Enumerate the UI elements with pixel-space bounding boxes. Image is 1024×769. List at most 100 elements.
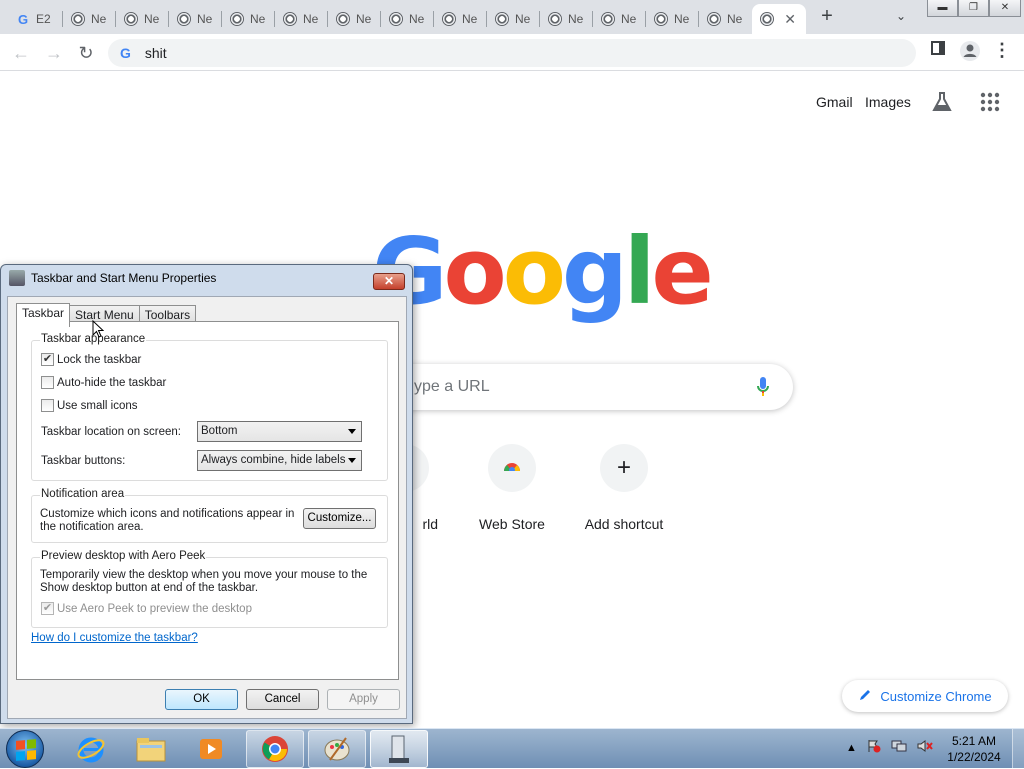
browser-tab[interactable]: Ne [434,4,487,34]
group-title: Preview desktop with Aero Peek [40,550,207,562]
tab-title: Ne [303,12,319,26]
forward-arrow-icon[interactable]: → [41,40,67,66]
taskbar-properties-icon[interactable] [370,730,428,768]
images-link[interactable]: Images [865,94,911,110]
volume-muted-icon[interactable] [917,739,933,756]
tab-strip: G E2 Ne Ne Ne Ne Ne Ne Ne Ne Ne Ne Ne Ne… [0,0,1024,34]
chrome-icon [760,12,774,26]
browser-tab-active[interactable]: ✕ [752,4,806,34]
browser-tab[interactable]: Ne [222,4,275,34]
cancel-button[interactable]: Cancel [246,689,319,710]
tab-title: E2 [36,12,51,26]
chrome-icon[interactable] [246,730,304,768]
close-window-button[interactable]: ✕ [989,0,1021,17]
browser-tab[interactable]: Ne [593,4,646,34]
ok-button[interactable]: OK [165,689,238,710]
taskbar-buttons-select[interactable]: Always combine, hide labels [197,450,362,471]
paint-icon[interactable] [308,730,366,768]
side-panel-icon[interactable] [928,40,948,64]
notification-description: Customize which icons and notifications … [40,508,295,533]
browser-tab[interactable]: Ne [116,4,169,34]
taskbar-location-select[interactable]: Bottom [197,421,362,442]
aero-peek-checkbox[interactable]: ✔ Use Aero Peek to preview the desktop [41,602,252,615]
chrome-icon [230,12,244,26]
back-arrow-icon[interactable]: ← [8,40,34,66]
reload-icon[interactable]: ↻ [73,40,99,66]
close-tab-icon[interactable]: ✕ [784,11,796,28]
browser-tab[interactable]: Ne [646,4,699,34]
group-title: Notification area [40,488,126,500]
browser-tab[interactable]: G E2 [10,4,63,34]
windows-taskbar: ▲ 5:21 AM 1/22/2024 [0,728,1024,769]
checkbox-unchecked-icon [41,399,54,412]
customize-button[interactable]: Customize... [303,508,376,529]
shortcut-tile-web-store[interactable]: Web Store [457,444,567,532]
taskbar-properties-dialog: Taskbar and Start Menu Properties ✕ Task… [0,264,413,724]
dialog-close-button[interactable]: ✕ [373,273,405,290]
address-bar[interactable]: G shit [108,39,916,67]
google-g-icon: G [120,45,131,61]
show-desktop-button[interactable] [1012,729,1024,769]
lock-taskbar-checkbox[interactable]: ✔ Lock the taskbar [41,353,141,366]
profile-avatar-icon[interactable] [958,40,982,64]
checkbox-label: Auto-hide the taskbar [57,376,167,389]
help-link[interactable]: How do I customize the taskbar? [31,632,198,644]
browser-tab[interactable]: Ne [540,4,593,34]
tab-search-chevron-icon[interactable]: ⌄ [896,9,906,23]
labs-flask-icon[interactable] [930,90,954,117]
browser-tab[interactable]: Ne [275,4,328,34]
tab-title: Ne [197,12,213,26]
browser-tab[interactable]: Ne [381,4,434,34]
small-icons-checkbox[interactable]: Use small icons [41,399,138,412]
restore-button[interactable]: ❐ [958,0,989,17]
chrome-menu-icon[interactable]: ⋮ [992,40,1012,64]
auto-hide-checkbox[interactable]: Auto-hide the taskbar [41,376,166,389]
new-tab-button[interactable]: + [816,6,838,28]
minimize-button[interactable]: ▬ [927,0,958,17]
tab-title: Ne [250,12,266,26]
gmail-link[interactable]: Gmail [816,94,853,110]
taskbar-tab-pane: Taskbar appearance ✔ Lock the taskbar Au… [16,321,399,680]
apply-button[interactable]: Apply [327,689,400,710]
voice-search-mic-icon[interactable] [756,376,770,398]
browser-tab[interactable]: Ne [63,4,116,34]
tab-title: Ne [462,12,478,26]
browser-tab[interactable]: Ne [487,4,540,34]
tab-title: Ne [674,12,690,26]
address-text: shit [144,45,167,61]
media-player-icon[interactable] [182,730,240,768]
logo-letter: o [443,218,507,325]
file-explorer-icon[interactable] [122,730,180,768]
taskbar-clock[interactable]: 5:21 AM 1/22/2024 [944,733,1004,765]
network-icon[interactable] [891,739,907,756]
start-button[interactable] [6,730,44,768]
clock-date: 1/22/2024 [947,750,1001,764]
internet-explorer-icon[interactable] [62,730,120,768]
chrome-icon [707,12,721,26]
window-controls: ▬ ❐ ✕ [927,0,1021,18]
location-label: Taskbar location on screen: [41,426,181,438]
add-shortcut-tile[interactable]: + Add shortcut [569,444,679,532]
checkbox-checked-icon: ✔ [41,602,54,615]
dialog-title-bar[interactable]: Taskbar and Start Menu Properties [9,270,216,286]
notification-area-group: Notification area Customize which icons … [31,488,388,543]
logo-letter: l [623,218,655,325]
customize-chrome-label: Customize Chrome [880,688,992,704]
show-hidden-icons-icon[interactable]: ▲ [846,742,857,754]
browser-tab[interactable]: Ne [699,4,752,34]
browser-tab[interactable]: Ne [328,4,381,34]
tab-title: Ne [409,12,425,26]
aero-peek-description: Temporarily view the desktop when you mo… [40,569,368,594]
chrome-icon [548,12,562,26]
tab-taskbar[interactable]: Taskbar [16,303,71,327]
logo-letter: o [502,218,566,325]
chrome-icon [601,12,615,26]
checkbox-checked-icon: ✔ [41,353,54,366]
google-g-icon: G [18,11,29,27]
customize-chrome-button[interactable]: Customize Chrome [842,680,1008,712]
action-center-flag-icon[interactable] [867,739,881,756]
clock-time: 5:21 AM [951,734,997,748]
google-apps-icon[interactable] [980,92,1000,115]
browser-tab[interactable]: Ne [169,4,222,34]
windows-logo-icon [16,739,36,761]
